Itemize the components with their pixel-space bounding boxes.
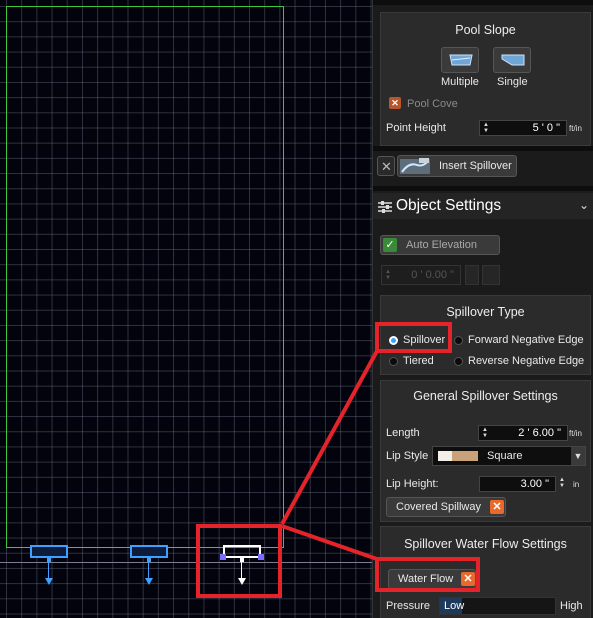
object-settings-title: Object Settings <box>396 197 502 214</box>
lip-style-swatch-icon <box>438 451 478 461</box>
length-label: Length <box>386 427 420 439</box>
lip-height-unit: in <box>573 480 580 489</box>
highlight-box-selected-spillover <box>196 524 282 598</box>
close-icon: ✕ <box>490 500 504 514</box>
lip-style-label: Lip Style <box>386 450 429 462</box>
spillover-object[interactable] <box>130 545 168 590</box>
tiered-radio[interactable] <box>389 357 398 366</box>
panel-separator <box>373 0 593 5</box>
spinner-arrows[interactable]: ▲ ▼ <box>559 477 569 491</box>
pool-slope-panel: Pool Slope Multiple Single ✕ Pool Cove P… <box>380 12 591 146</box>
insert-spillover-button[interactable]: Insert Spillover <box>397 155 517 177</box>
covered-spillway-toggle[interactable]: Covered Spillway ✕ <box>386 497 506 517</box>
panel-separator <box>373 146 593 151</box>
length-field[interactable]: ▲ ▼ 2 ' 6.00 " <box>478 425 568 441</box>
forward-negative-edge-radio[interactable] <box>454 336 463 345</box>
spinner-arrows[interactable]: ▲ ▼ <box>481 427 489 439</box>
dropdown-arrow-icon[interactable]: ▼ <box>571 447 585 465</box>
reverse-negative-edge-label: Reverse Negative Edge <box>468 355 585 367</box>
reverse-negative-edge-radio[interactable] <box>454 357 463 366</box>
low-label: Low <box>444 600 465 612</box>
highlight-box-spillover-option <box>375 322 452 353</box>
pool-slope-title: Pool Slope <box>455 23 516 37</box>
auto-elevation-label: Auto Elevation <box>406 239 477 251</box>
highlight-box-water-flow <box>375 557 480 592</box>
general-spillover-settings-title: General Spillover Settings <box>413 389 558 403</box>
point-height-unit: ft/in <box>569 124 582 133</box>
spillover-object[interactable] <box>30 545 68 590</box>
lip-height-value: 3.00 " <box>520 478 549 490</box>
auto-elevation-toggle[interactable]: ✓ Auto Elevation <box>380 235 500 255</box>
elevation-value: 0 ' 0.00 " <box>411 269 454 281</box>
water-flow-settings-title: Spillover Water Flow Settings <box>404 537 567 551</box>
close-button[interactable]: ✕ <box>377 156 395 176</box>
tiered-label: Tiered <box>403 355 434 367</box>
length-unit: ft/in <box>569 429 582 438</box>
spillover-icon <box>400 158 430 174</box>
point-height-value: 5 ' 0 " <box>532 122 560 134</box>
length-value: 2 ' 6.00 " <box>518 427 561 439</box>
check-icon: ✓ <box>383 238 397 252</box>
insert-spillover-label: Insert Spillover <box>439 160 512 172</box>
general-spillover-settings-panel: General Spillover Settings Length ▲ ▼ 2 '… <box>380 380 591 522</box>
settings-sliders-icon <box>378 201 392 213</box>
close-icon: ✕ <box>381 159 392 174</box>
single-slope-icon <box>501 54 525 66</box>
spinner-arrows[interactable]: ▲ ▼ <box>482 122 490 134</box>
lip-style-value: Square <box>487 450 523 462</box>
chevron-down-icon[interactable]: ⌄ <box>579 198 589 212</box>
lip-height-field[interactable]: 3.00 " <box>479 476 556 492</box>
single-label: Single <box>497 76 528 88</box>
lip-height-label: Lip Height: <box>386 478 439 490</box>
single-slope-button[interactable] <box>493 47 531 73</box>
design-canvas[interactable] <box>0 0 372 618</box>
elevation-field: ▲ ▼ 0 ' 0.00 " <box>381 265 461 285</box>
elevation-spinner-up <box>465 265 479 285</box>
spinner-arrows: ▲ ▼ <box>385 269 391 281</box>
pool-outline[interactable] <box>6 6 284 548</box>
panel-separator <box>373 186 593 191</box>
high-label: High <box>560 600 583 612</box>
multiple-slope-button[interactable] <box>441 47 479 73</box>
pool-cove-label: Pool Cove <box>407 98 458 110</box>
covered-spillway-label: Covered Spillway <box>396 501 481 513</box>
multiple-label: Multiple <box>441 76 479 88</box>
elevation-spinner-down <box>482 265 500 285</box>
point-height-field[interactable]: ▲ ▼ 5 ' 0 " <box>479 120 567 136</box>
point-height-label: Point Height <box>386 122 446 134</box>
pool-cove-checkbox[interactable]: ✕ <box>389 97 401 109</box>
pressure-label: Pressure <box>386 600 431 612</box>
multiple-slope-icon <box>449 54 473 66</box>
spillover-type-title: Spillover Type <box>446 305 525 319</box>
pressure-slider[interactable]: Low <box>439 597 556 615</box>
forward-negative-edge-label: Forward Negative Edge <box>468 334 584 346</box>
lip-style-dropdown[interactable]: Square ▼ <box>432 446 586 466</box>
object-settings-header[interactable]: Object Settings ⌄ <box>373 193 593 219</box>
